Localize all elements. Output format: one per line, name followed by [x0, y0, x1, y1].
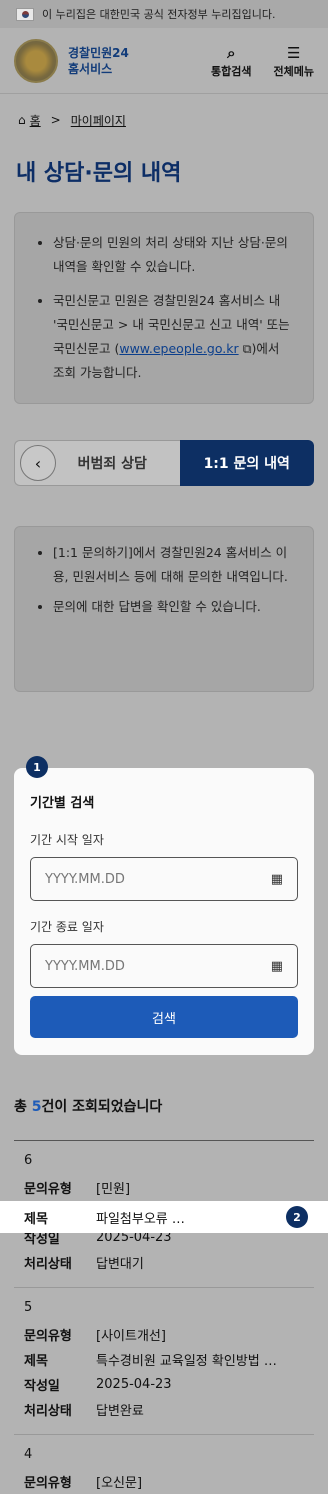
info-item-2: 국민신문고 민원은 경찰민원24 홈서비스 내 '국민신문고 > 내 국민신문고… [53, 289, 291, 385]
epeople-link[interactable]: www.epeople.go.kr [119, 341, 238, 356]
item-number: 5 [24, 1300, 33, 1315]
start-date-placeholder: YYYY.MM.DD [45, 871, 125, 887]
breadcrumb: ⌂ 홈 > 마이페이지 [0, 94, 328, 146]
results-list: 6 문의유형 [민원] 제목 파일첨부오류 … 작성일 2025-04-23 처리상태… [14, 1140, 314, 1494]
breadcrumb-home-link[interactable]: 홈 [30, 112, 41, 129]
full-menu-button[interactable]: ☰ 전체메뉴 [274, 43, 314, 79]
menu-label: 전체메뉴 [273, 64, 314, 78]
integrated-search-button[interactable]: ⌕ 통합검색 [211, 43, 251, 79]
search-label: 통합검색 [211, 64, 252, 78]
info-item-1: 상담·문의 민원의 처리 상태와 지난 상담·문의 내역을 확인할 수 있습니다… [53, 231, 291, 279]
item-number: 6 [24, 1153, 33, 1168]
list-item[interactable]: 5 문의유형 [사이트개선] 제목 특수경비원 교육일정 확인방법 … 작성일 202… [14, 1288, 314, 1435]
item-type-row: 문의유형 [민원] [24, 1175, 304, 1200]
korea-flag-icon [16, 7, 34, 21]
tab-inquiry-history[interactable]: 1:1 문의 내역 [179, 440, 314, 486]
item-status-row: 처리상태 답변대기 [24, 1250, 304, 1275]
date-value: 2025-04-23 [96, 1377, 172, 1392]
tab-list: ‹ 버범죄 상담 1:1 문의 내역 [14, 440, 314, 486]
search-icon: ⌕ [227, 43, 236, 62]
type-value: [사이트개선] [96, 1329, 166, 1344]
start-date-input[interactable]: YYYY.MM.DD ▦ [30, 857, 298, 901]
step-badge-1: 1 [26, 756, 48, 778]
step-badge-2: 2 [286, 1206, 308, 1228]
item-title-row: 제목 특수경비원 교육일정 확인방법 … [24, 1347, 304, 1372]
title-label: 제목 [24, 1354, 48, 1369]
site-logo-text[interactable]: 경찰민원24 홈서비스 [68, 45, 156, 77]
highlighted-title-row[interactable]: 제목 파일첨부오류 … 2 [0, 1201, 328, 1233]
logo-line-1: 경찰민원24 [68, 45, 129, 60]
end-date-placeholder: YYYY.MM.DD [45, 958, 125, 974]
police-emblem-logo[interactable] [14, 38, 58, 83]
status-value: 답변대기 [96, 1257, 144, 1272]
inquiry-info-item-1: [1:1 문의하기]에서 경찰민원24 홈서비스 이용, 민원서비스 등에 대해… [53, 541, 291, 589]
gov-banner-text: 이 누리집은 대한민국 공식 전자정부 누리집입니다. [42, 8, 276, 21]
external-link-icon: ⧉ [242, 341, 252, 356]
start-date-label: 기간 시작 일자 [30, 833, 104, 847]
date-label: 작성일 [24, 1379, 60, 1394]
result-count-prefix: 총 [14, 1099, 32, 1115]
item-type-row: 문의유형 [사이트개선] [24, 1322, 304, 1347]
site-header: 경찰민원24 홈서비스 ⌕ 통합검색 ☰ 전체메뉴 [0, 28, 328, 94]
type-value: [오신문] [96, 1476, 143, 1491]
list-item[interactable]: 4 문의유형 [오신문] [14, 1435, 314, 1494]
calendar-icon[interactable]: ▦ [271, 959, 283, 974]
chevron-right-icon: > [50, 113, 61, 127]
item-status-row: 처리상태 답변완료 [24, 1397, 304, 1422]
tab-prev-button[interactable]: ‹ [20, 445, 56, 481]
status-label: 처리상태 [24, 1404, 72, 1419]
period-search-card: 기간별 검색 기간 시작 일자 YYYY.MM.DD ▦ 기간 종료 일자 YY… [14, 768, 314, 1055]
type-value: [민원] [96, 1182, 131, 1197]
title-label: 제목 [24, 1211, 48, 1227]
inquiry-info-box: [1:1 문의하기]에서 경찰민원24 홈서비스 이용, 민원서비스 등에 대해… [14, 526, 314, 692]
item-number: 4 [24, 1447, 33, 1462]
search-button[interactable]: 검색 [30, 996, 298, 1038]
title-value[interactable]: 특수경비원 교육일정 확인방법 … [96, 1350, 304, 1369]
item-date-row: 작성일 2025-04-23 [24, 1372, 304, 1397]
result-count-number: 5 [31, 1099, 42, 1115]
type-label: 문의유형 [24, 1329, 72, 1344]
hamburger-menu-icon: ☰ [287, 43, 301, 62]
chevron-left-icon: ‹ [34, 453, 42, 473]
status-value: 답변완료 [96, 1404, 144, 1419]
breadcrumb-mypage-link[interactable]: 마이페이지 [71, 112, 126, 129]
inquiry-info-item-2: 문의에 대한 답변을 확인할 수 있습니다. [53, 595, 291, 619]
page-title: 내 상담·문의 내역 [16, 161, 182, 186]
result-count-suffix: 건이 조회되었습니다 [41, 1099, 163, 1115]
type-label: 문의유형 [24, 1476, 72, 1491]
calendar-icon[interactable]: ▦ [271, 872, 283, 887]
type-label: 문의유형 [24, 1182, 72, 1197]
home-icon: ⌂ [18, 113, 26, 127]
title-value[interactable]: 파일첨부오류 … [96, 1208, 286, 1227]
logo-line-2: 홈서비스 [68, 61, 113, 76]
result-count: 총 5건이 조회되었습니다 [14, 1096, 162, 1116]
item-type-row: 문의유형 [오신문] [24, 1469, 304, 1494]
period-search-title: 기간별 검색 [30, 796, 95, 811]
info-box: 상담·문의 민원의 처리 상태와 지난 상담·문의 내역을 확인할 수 있습니다… [14, 212, 314, 404]
status-label: 처리상태 [24, 1257, 72, 1272]
end-date-input[interactable]: YYYY.MM.DD ▦ [30, 944, 298, 988]
gov-banner: 이 누리집은 대한민국 공식 전자정부 누리집입니다. [0, 0, 328, 28]
end-date-label: 기간 종료 일자 [30, 920, 104, 934]
